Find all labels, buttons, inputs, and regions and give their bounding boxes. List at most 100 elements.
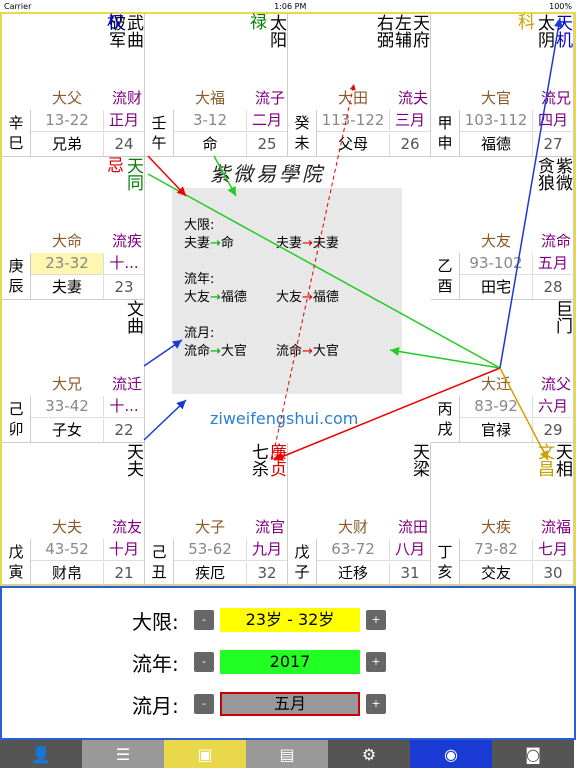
month-label: 七月	[533, 539, 573, 561]
star-name: 文曲	[123, 300, 143, 334]
ganzhi: 戊寅	[2, 539, 31, 585]
month-label: 九月	[247, 539, 287, 561]
star-list: 天府 左辅 右弼	[373, 14, 429, 48]
age-number: 25	[257, 135, 277, 153]
center-panel: 大限: 夫妻→命 夫妻→夫妻 流年: 大友→福德 大友→福德 流月: 流命→大官…	[172, 188, 402, 394]
liunian-palace-label: 流官	[254, 518, 285, 536]
chart-doc-icon: ▣	[197, 744, 213, 764]
liunian-palace-label: 流友	[111, 518, 142, 536]
daxian-palace-label: 大友	[481, 232, 512, 250]
star-list: 天夫	[123, 443, 143, 477]
age-number: 24	[114, 135, 134, 153]
age-range: 103-112	[460, 110, 533, 132]
add-user-icon: 👤	[31, 744, 51, 764]
palace-cell[interactable]: 天机 太阴科大官 流兄甲申 103-112 福德 四月 27	[431, 14, 574, 157]
tab-list-icon[interactable]: ☰	[82, 740, 164, 768]
palace-cell[interactable]: 巨门 大迁 流父丙戌 83-92 官禄 六月 29	[431, 300, 574, 443]
age-number: 32	[257, 564, 277, 582]
palace-cell[interactable]: 天府 左辅 右弼 大田 流夫癸未 113-122 父母 三月 26	[288, 14, 431, 157]
star-name: 右弼	[373, 14, 393, 48]
palace-info: 己卯 33-42 子女 十... 22	[2, 396, 144, 442]
liuyue-plus-button[interactable]: +	[366, 694, 386, 714]
age-range: 53-62	[174, 539, 247, 561]
camera-icon: ◙	[525, 744, 541, 764]
tab-chart-doc-icon[interactable]: ▣	[164, 740, 246, 768]
star-list: 文曲	[123, 300, 143, 334]
tab-gear-icon[interactable]: ⚙	[328, 740, 410, 768]
palace-cell[interactable]: 紫微 贪狼 大友 流命乙酉 93-102 田宅 五月 28	[431, 157, 574, 300]
star-name: 七杀	[248, 443, 268, 477]
liunian-plus-button[interactable]: +	[366, 652, 386, 672]
palace-name: 命	[174, 133, 247, 156]
palace-cell[interactable]: 武曲权破军 大父 流财辛巳 13-22 兄弟 正月 24	[2, 14, 145, 157]
palace-info: 戊子 63-72 迁移 八月 31	[288, 539, 430, 585]
month-label: 五月	[533, 253, 573, 275]
liuyue-control-label: 流月:	[132, 694, 179, 718]
daxian-line: 夫妻→命	[184, 236, 234, 251]
liunian-label: 流年:	[184, 272, 215, 287]
age-range: 23-32	[31, 253, 104, 275]
age-number: 23	[114, 278, 134, 296]
tab-camera-icon[interactable]: ◙	[492, 740, 574, 768]
palace-cell[interactable]: 天梁 大财 流田戊子 63-72 迁移 八月 31	[288, 443, 431, 586]
liunian-minus-button[interactable]: -	[194, 652, 214, 672]
age-number: 30	[543, 564, 563, 582]
palace-info: 丁亥 73-82 交友 七月 30	[431, 539, 573, 585]
daxian-palace-label: 大夫	[52, 518, 83, 536]
month-label: 十月	[104, 539, 144, 561]
ganzhi: 己卯	[2, 396, 31, 442]
tab-edit-doc-icon[interactable]: ▤	[246, 740, 328, 768]
age-number: 22	[114, 421, 134, 439]
website-link[interactable]: ziweifengshui.com	[210, 409, 358, 428]
daxian-palace-label: 大官	[481, 89, 512, 107]
age-range: 13-22	[31, 110, 104, 132]
palace-cell[interactable]: 文曲 大兄 流迁己卯 33-42 子女 十... 22	[2, 300, 145, 443]
palace-cell[interactable]: 廉贞 七杀 大子 流官己丑 53-62 疾厄 九月 32	[145, 443, 288, 586]
age-range: 63-72	[317, 539, 390, 561]
transform-badge: 禄	[250, 13, 267, 33]
palace-cell[interactable]: 天夫 大夫 流友戊寅 43-52 财帛 十月 21	[2, 443, 145, 586]
eye-icon: ◉	[444, 744, 458, 764]
liuyue-minus-button[interactable]: -	[194, 694, 214, 714]
age-range: 83-92	[460, 396, 533, 418]
palace-cell[interactable]: 天同忌大命 流疾庚辰 23-32 夫妻 十... 23	[2, 157, 145, 300]
star-name: 太阳禄	[250, 13, 286, 48]
palace-cell[interactable]: 天相 文昌 大疾 流福丁亥 73-82 交友 七月 30	[431, 443, 574, 586]
liuyue-line-2: 流命→大官	[276, 344, 339, 359]
ganzhi: 辛巳	[2, 110, 31, 156]
palace-info: 庚辰 23-32 夫妻 十... 23	[2, 253, 144, 299]
star-list: 紫微 贪狼	[534, 157, 572, 191]
ganzhi: 癸未	[288, 110, 317, 156]
carrier-label: Carrier	[4, 1, 32, 11]
star-list: 巨门	[552, 300, 572, 334]
star-name: 天梁	[409, 443, 429, 477]
daxian-palace-label: 大父	[52, 89, 83, 107]
star-name: 太阴科	[518, 13, 554, 48]
edit-doc-icon: ▤	[279, 744, 295, 764]
star-list: 天同忌	[107, 157, 143, 191]
age-range: 113-122	[317, 110, 390, 132]
daxian-palace-label: 大福	[195, 89, 226, 107]
star-name: 巨门	[552, 300, 572, 334]
palace-cell[interactable]: 太阳禄大福 流子壬午 3-12 命二月 25	[145, 14, 288, 157]
daxian-label: 大限:	[184, 218, 215, 233]
age-number: 21	[114, 564, 134, 582]
tab-eye-icon[interactable]: ◉	[410, 740, 492, 768]
age-number: 27	[543, 135, 563, 153]
star-list: 武曲权破军	[105, 14, 143, 48]
star-list: 天梁	[409, 443, 429, 477]
month-label: 六月	[533, 396, 573, 418]
daxian-minus-button[interactable]: -	[194, 610, 214, 630]
palace-info: 乙酉 93-102 田宅 五月 28	[431, 253, 573, 299]
month-label: 正月	[104, 110, 144, 132]
age-number: 26	[400, 135, 420, 153]
palace-info: 戊寅 43-52 财帛 十月 21	[2, 539, 144, 585]
daxian-plus-button[interactable]: +	[366, 610, 386, 630]
palace-name: 兄弟	[31, 133, 104, 156]
palace-name: 交友	[460, 562, 533, 585]
daxian-value: 23岁 - 32岁	[220, 608, 360, 632]
tab-add-user-icon[interactable]: 👤	[0, 740, 82, 768]
star-list: 太阳禄	[250, 13, 286, 48]
palace-name: 迁移	[317, 562, 390, 585]
palace-name: 疾厄	[174, 562, 247, 585]
